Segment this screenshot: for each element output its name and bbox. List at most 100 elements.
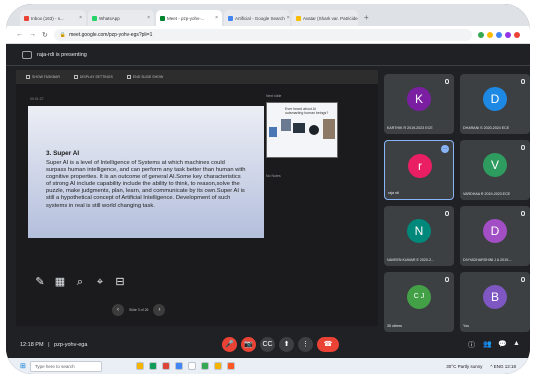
avatar: r xyxy=(408,154,432,178)
participant-name: DHARANI S 2020-2024 ECE xyxy=(463,126,510,130)
mic-muted-icon xyxy=(445,79,449,84)
next-slide-button[interactable]: › xyxy=(153,304,166,316)
reload-icon[interactable]: ↻ xyxy=(42,31,48,39)
taskbar-app-icon[interactable] xyxy=(148,362,157,370)
extension-icon[interactable] xyxy=(514,31,520,38)
participant-tile[interactable]: D DIVYADHARSHINI J A 2019-... xyxy=(460,206,530,266)
activities-icon[interactable]: ▲ xyxy=(513,340,520,347)
captions-button[interactable]: CC xyxy=(260,337,275,352)
mic-muted-icon xyxy=(521,145,525,150)
avatar: D xyxy=(483,87,507,111)
notes-text: No Notes xyxy=(266,174,281,178)
close-icon[interactable]: × xyxy=(79,15,82,21)
tab-label: Avatar (Shark var. Patricide) xyxy=(303,15,358,21)
browser-tab[interactable]: WhatsApp × xyxy=(88,10,154,26)
next-slide-preview[interactable]: Ever heard about AI outsmarting human be… xyxy=(266,102,338,158)
windows-start-icon[interactable]: ⊞ xyxy=(20,362,26,370)
browser-tab[interactable]: Avatar (Shark var. Patricide)× xyxy=(292,10,358,26)
extension-icon[interactable] xyxy=(478,31,484,38)
people-icon[interactable]: 👥 xyxy=(483,340,492,348)
participant-tile[interactable]: D DHARANI S 2020-2024 ECE xyxy=(460,74,530,134)
browser-tab[interactable]: Inbox (163) - s... × xyxy=(20,10,86,26)
taskbar-app-icon[interactable] xyxy=(161,362,170,370)
mic-muted-icon xyxy=(445,211,449,216)
chat-icon[interactable]: 💬 xyxy=(498,340,507,348)
slide-navigation: ‹ Slide 3 of 26 › xyxy=(112,304,166,316)
presenter-notes-panel: Next slide Ever heard about AI outsmarti… xyxy=(266,94,370,304)
participant-tile[interactable]: K KARTHIK R 2019-2023 ECE xyxy=(384,74,454,134)
tab-label: WhatsApp xyxy=(99,15,120,21)
info-icon[interactable]: ⓘ xyxy=(468,340,475,350)
url-text: meet.google.com/pzp-yohv-egs?pli=1 xyxy=(69,31,153,38)
next-slide-text: Ever heard about AI outsmarting human be… xyxy=(285,107,329,115)
presenter-toolbar-button[interactable]: SHOW TASKBAR xyxy=(26,74,60,80)
pointer-icon[interactable]: ⌖ xyxy=(94,276,106,288)
leave-call-button[interactable]: ☎ xyxy=(317,337,339,352)
participant-tile[interactable]: B You xyxy=(460,272,530,332)
taskbar-app-icon[interactable] xyxy=(213,362,222,370)
participant-tile[interactable]: C J 35 others xyxy=(384,272,454,332)
tab-label: Meet - pzp-yohv-... xyxy=(167,15,205,21)
previous-slide-button[interactable]: ‹ xyxy=(112,304,124,316)
browser-tab[interactable]: Artificial - Google Search × xyxy=(224,10,290,26)
presenter-timer: 00:01:27 xyxy=(30,97,44,101)
forward-icon[interactable]: → xyxy=(29,31,36,38)
zoom-icon[interactable]: ⌕ xyxy=(74,276,86,288)
taskbar-app-icon[interactable] xyxy=(200,362,209,370)
close-icon[interactable]: × xyxy=(147,15,150,21)
presenter-toolbar-button[interactable]: END SLIDE SHOW xyxy=(126,74,164,80)
participant-name: KARTHIK R 2019-2023 ECE xyxy=(387,126,433,130)
camera-off-button[interactable]: 📷 xyxy=(241,337,256,352)
meeting-info: 12:18 PM | pzp-yohv-ega xyxy=(20,342,87,348)
next-slide-image xyxy=(309,125,319,135)
url-input[interactable]: 🔒 meet.google.com/pzp-yohv-egs?pli=1 xyxy=(53,28,472,41)
extension-icon[interactable] xyxy=(496,31,502,38)
tab-favicon-icon xyxy=(160,15,165,21)
taskbar-app-icon[interactable] xyxy=(187,362,196,370)
participant-tile[interactable]: N NAVEEN KUMAR E 2020-2... xyxy=(384,206,454,266)
presenter-toolbar-label: SHOW TASKBAR xyxy=(32,74,60,79)
taskbar-apps xyxy=(135,362,235,370)
avatar: V xyxy=(483,153,507,177)
system-tray[interactable]: ^ ENG 12:18 xyxy=(490,364,516,369)
pen-icon[interactable]: ✎ xyxy=(34,276,46,288)
next-slide-image xyxy=(293,123,305,133)
extension-icon[interactable] xyxy=(505,31,511,38)
taskbar-search-input[interactable]: Type here to search xyxy=(29,360,102,372)
taskbar-app-icon[interactable] xyxy=(135,362,144,370)
present-screen-icon xyxy=(22,50,32,59)
mic-muted-icon xyxy=(521,79,525,84)
participant-name: 35 others xyxy=(387,324,402,328)
meeting-separator: | xyxy=(48,342,50,348)
extension-icon[interactable] xyxy=(487,31,493,38)
more-options-icon[interactable]: ⋯ xyxy=(441,145,449,153)
avatar: B xyxy=(483,285,507,309)
participant-name: NAVEEN KUMAR E 2020-2... xyxy=(387,258,435,262)
participant-tile[interactable]: V VARDHAA R 2019-2023 ECE xyxy=(460,140,530,200)
close-icon[interactable]: × xyxy=(287,15,290,21)
mic-muted-icon xyxy=(521,277,525,282)
more-options-button[interactable]: ⋮ xyxy=(298,337,313,352)
present-button[interactable]: ⬆ xyxy=(279,337,294,352)
participant-name: raja rdi xyxy=(388,191,399,195)
presenter-toolbar-button[interactable]: DISPLAY SETTINGS xyxy=(73,75,113,80)
browser-tab[interactable]: Meet - pzp-yohv-... × xyxy=(156,10,222,26)
participant-tile[interactable]: r raja rdi ⋯ xyxy=(384,140,454,200)
mic-off-button[interactable]: 🎤 xyxy=(222,337,237,352)
tab-favicon-icon xyxy=(24,15,29,21)
screen-frame: Inbox (163) - s... × WhatsApp × Meet - pzp-y… xyxy=(6,4,530,374)
new-tab-icon[interactable]: + xyxy=(360,10,373,26)
subtitles-icon[interactable]: ⊟ xyxy=(114,276,126,288)
presenter-toolbar: SHOW TASKBAR DISPLAY SETTINGS END SLIDE SH… xyxy=(16,70,378,84)
close-icon[interactable]: × xyxy=(215,15,218,21)
browser-tab-bar: Inbox (163) - s... × WhatsApp × Meet - pzp-y… xyxy=(6,4,530,26)
taskbar-app-icon[interactable] xyxy=(174,362,183,370)
mic-muted-icon xyxy=(521,211,525,216)
avatar: D xyxy=(483,219,507,243)
weather-widget[interactable]: 30°C Partly sunny xyxy=(446,364,482,369)
taskbar-app-icon[interactable] xyxy=(226,362,235,370)
back-icon[interactable]: ← xyxy=(16,31,23,38)
presenter-toolbar-label: END SLIDE SHOW xyxy=(132,74,164,79)
slide-position: Slide 3 of 26 xyxy=(129,308,149,312)
slides-grid-icon[interactable]: ▦ xyxy=(54,276,66,288)
